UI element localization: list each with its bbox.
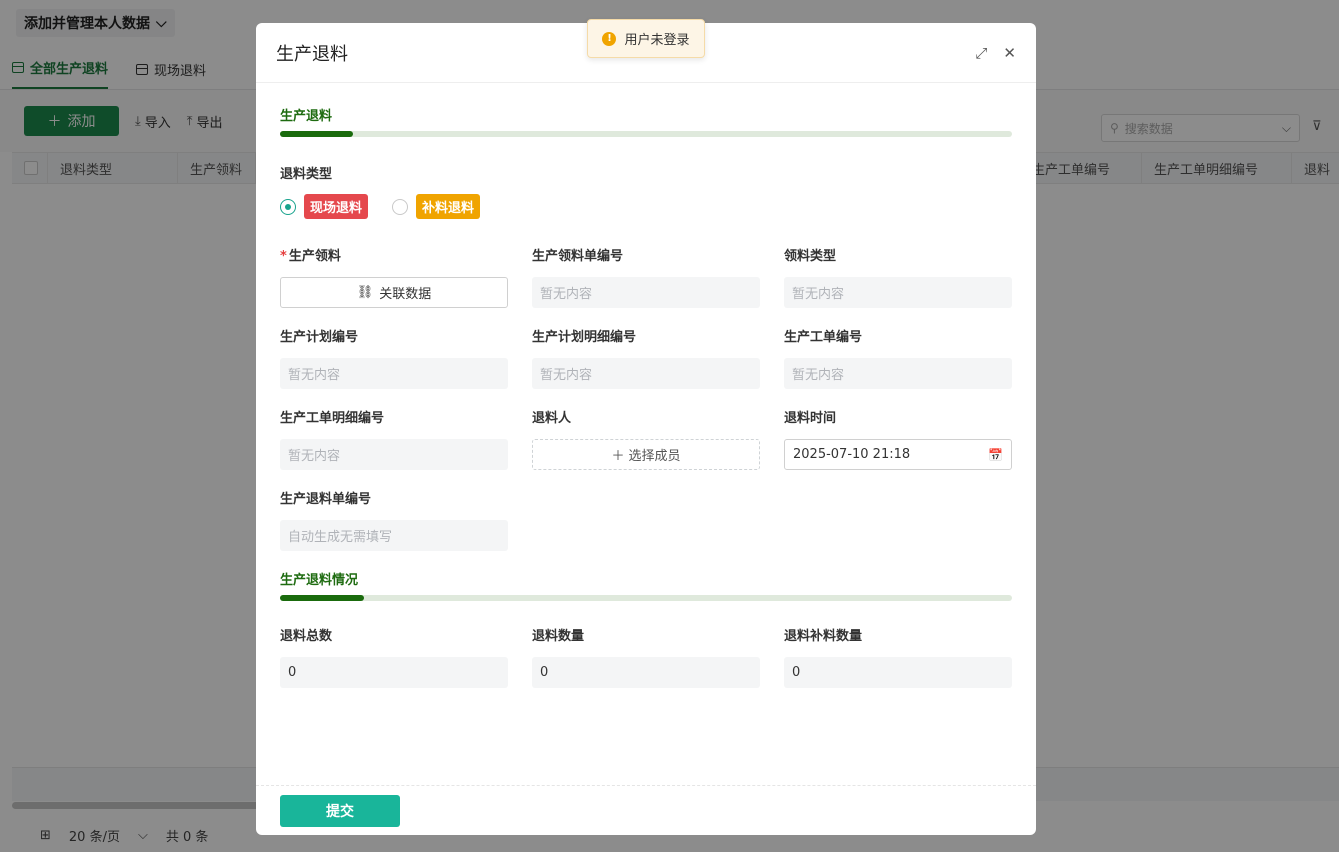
field-qty: 退料数量 0 <box>532 627 760 708</box>
section-title: 生产退料情况 <box>280 573 359 588</box>
option-tag: 补料退料 <box>416 194 481 219</box>
field-label: 生产工单明细编号 <box>280 411 385 426</box>
field-supplement-qty: 退料补料数量 0 <box>784 627 1012 708</box>
readonly-value: 暂无内容 <box>532 358 760 389</box>
field-plan-detail-no: 生产计划明细编号 暂无内容 <box>532 328 760 409</box>
field-total: 退料总数 0 <box>280 627 508 708</box>
modal-body: 生产退料 退料类型 现场退料 补料退料 * 生产领料 ⛓ 关联数据 生产领料单编… <box>256 83 1036 785</box>
button-label: 关联数据 <box>379 287 432 302</box>
total-value: 0 <box>280 657 508 688</box>
readonly-value: 暂无内容 <box>784 277 1012 308</box>
date-value: 2025-07-10 21:18 <box>793 447 911 462</box>
field-plan-no: 生产计划编号 暂无内容 <box>280 328 508 409</box>
expand-icon[interactable]: ⤢ <box>975 44 987 62</box>
auto-number-input: 自动生成无需填写 <box>280 520 508 551</box>
field-returner: 退料人 ＋ 选择成员 <box>532 409 760 490</box>
field-label: 退料总数 <box>280 629 333 644</box>
radio-supplement-return[interactable]: 补料退料 <box>392 194 481 219</box>
submit-button[interactable]: 提交 <box>280 794 400 827</box>
return-time-picker[interactable]: 2025-07-10 21:18 📅 <box>784 439 1012 470</box>
field-work-order-no: 生产工单编号 暂无内容 <box>784 328 1012 409</box>
modal-title: 生产退料 <box>276 43 348 65</box>
field-work-order-detail-no: 生产工单明细编号 暂无内容 <box>280 409 508 490</box>
field-return-no: 生产退料单编号 自动生成无需填写 <box>280 490 508 571</box>
readonly-value: 暂无内容 <box>532 277 760 308</box>
readonly-value: 暂无内容 <box>280 358 508 389</box>
supplement-qty-value: 0 <box>784 657 1012 688</box>
field-label: 生产领料单编号 <box>532 249 624 264</box>
field-label: 生产工单编号 <box>784 330 863 345</box>
plus-icon: ＋ <box>611 449 625 464</box>
close-icon[interactable]: ✕ <box>1003 44 1016 62</box>
readonly-value: 暂无内容 <box>784 358 1012 389</box>
quantity-grid: 退料总数 0 退料数量 0 退料补料数量 0 <box>280 627 1012 708</box>
radio-onsite-return[interactable]: 现场退料 <box>280 194 369 219</box>
option-tag: 现场退料 <box>304 194 369 219</box>
field-pick-type: 领料类型 暂无内容 <box>784 247 1012 328</box>
return-modal: 生产退料 ⤢ ✕ 生产退料 退料类型 现场退料 补料退料 * 生产领料 ⛓ 关联… <box>256 23 1036 835</box>
warning-icon: ! <box>602 31 617 46</box>
section2: 生产退料情况 <box>280 569 1012 601</box>
required-mark: * <box>280 249 287 264</box>
field-label: 生产退料单编号 <box>280 492 372 507</box>
readonly-value: 暂无内容 <box>280 439 508 470</box>
field-production-pick: * 生产领料 ⛓ 关联数据 <box>280 247 508 328</box>
toast-notification: ! 用户未登录 <box>587 19 705 58</box>
link-data-button[interactable]: ⛓ 关联数据 <box>280 277 508 308</box>
field-label: 退料人 <box>532 411 572 426</box>
field-label: 退料时间 <box>784 411 837 426</box>
section-progress-fill <box>280 595 365 601</box>
field-label: 生产领料 <box>288 249 341 264</box>
section-progress <box>280 595 1012 601</box>
field-label: 生产计划明细编号 <box>532 330 637 345</box>
field-return-time: 退料时间 2025-07-10 21:18 📅 <box>784 409 1012 490</box>
field-label-wrap: * 生产领料 <box>280 247 508 271</box>
radio-unselected-icon[interactable] <box>392 198 409 215</box>
return-type-options: 现场退料 补料退料 <box>280 194 1012 219</box>
calendar-icon[interactable]: 📅 <box>988 448 1003 462</box>
field-label: 退料类型 <box>280 167 333 182</box>
section-progress <box>280 131 1012 137</box>
section-title: 生产退料 <box>280 109 333 124</box>
fields-grid: * 生产领料 ⛓ 关联数据 生产领料单编号 暂无内容 领料类型 暂无内容 生产计划… <box>280 247 1012 571</box>
field-label: 退料补料数量 <box>784 629 863 644</box>
return-type-field: 退料类型 现场退料 补料退料 <box>280 163 1012 219</box>
field-label: 领料类型 <box>784 249 837 264</box>
field-label: 退料数量 <box>532 629 585 644</box>
select-member-button[interactable]: ＋ 选择成员 <box>532 439 760 470</box>
link-icon: ⛓ <box>356 285 374 300</box>
field-pick-no: 生产领料单编号 暂无内容 <box>532 247 760 328</box>
section-progress-fill <box>280 131 354 137</box>
field-label: 生产计划编号 <box>280 330 359 345</box>
radio-selected-icon[interactable] <box>280 198 296 215</box>
modal-footer: 提交 <box>256 785 1036 835</box>
toast-message: 用户未登录 <box>624 33 690 48</box>
modal-actions: ⤢ ✕ <box>975 44 1016 62</box>
qty-value: 0 <box>532 657 760 688</box>
button-label: 选择成员 <box>628 449 681 464</box>
